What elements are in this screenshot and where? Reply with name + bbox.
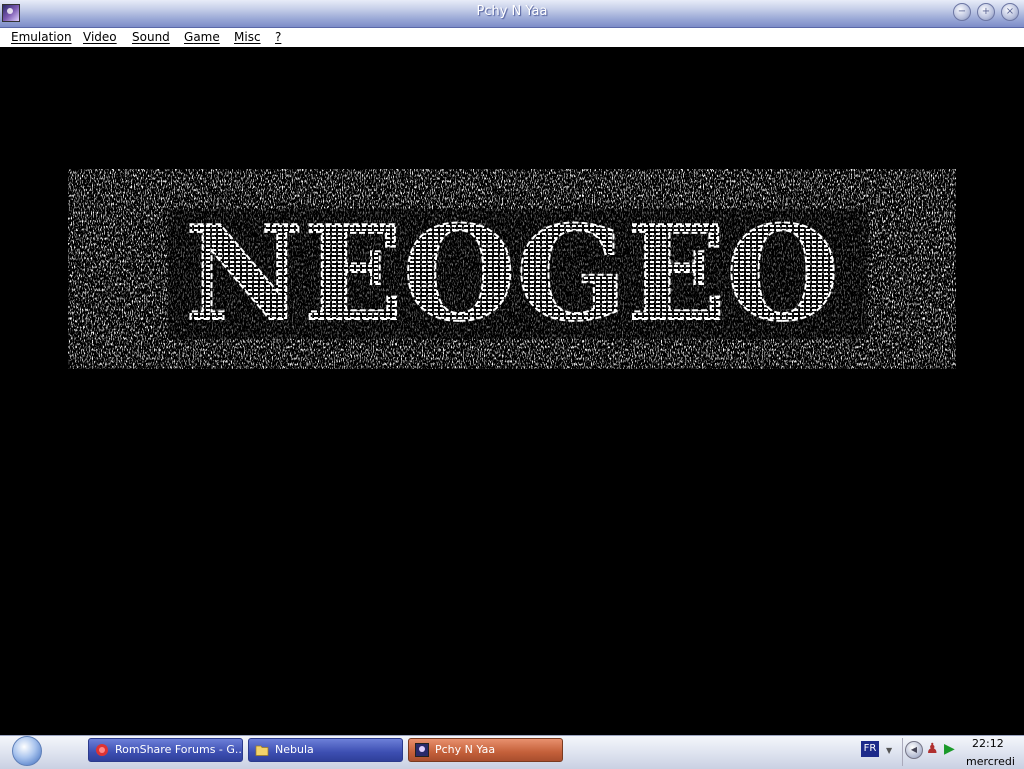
menu-bar: Emulation Video Sound Game Misc ? xyxy=(0,28,1024,47)
chevron-down-icon[interactable]: ▼ xyxy=(886,746,892,755)
menu-game[interactable]: Game xyxy=(184,30,220,44)
maximize-button[interactable]: + xyxy=(977,3,995,21)
window-title: Pchy N Yaa xyxy=(476,4,548,19)
romshare-icon xyxy=(96,744,108,756)
menu-emulation[interactable]: Emulation xyxy=(11,30,72,44)
folder-icon xyxy=(255,745,269,756)
menu-misc[interactable]: Misc xyxy=(234,30,261,44)
play-icon[interactable]: ▶ xyxy=(944,741,955,757)
task-nebula[interactable]: Nebula xyxy=(248,738,403,762)
task-romshare[interactable]: RomShare Forums - G... xyxy=(88,738,243,762)
taskbar: RomShare Forums - G... Nebula Pchy N Yaa… xyxy=(0,735,1024,769)
close-button[interactable]: × xyxy=(1001,3,1019,21)
clock-day: mercredi xyxy=(966,755,1015,768)
user-icon[interactable]: ♟ xyxy=(926,741,939,757)
start-button[interactable] xyxy=(12,736,42,766)
game-screen[interactable]: NEOGEO xyxy=(0,47,1024,735)
logo-text: NEOGEO xyxy=(185,197,840,350)
app-icon xyxy=(415,743,429,757)
neogeo-logo: NEOGEO xyxy=(68,169,956,369)
minimize-button[interactable]: − xyxy=(953,3,971,21)
menu-sound[interactable]: Sound xyxy=(132,30,170,44)
menu-help[interactable]: ? xyxy=(275,30,281,44)
menu-video[interactable]: Video xyxy=(83,30,117,44)
clock-time[interactable]: 22:12 xyxy=(972,737,1004,750)
language-indicator[interactable]: FR xyxy=(861,741,879,757)
tray-divider xyxy=(902,738,903,766)
title-bar[interactable]: Pchy N Yaa − + × xyxy=(0,0,1024,28)
previous-icon[interactable]: ◀ xyxy=(905,741,923,759)
task-pchy-n-yaa[interactable]: Pchy N Yaa xyxy=(408,738,563,762)
